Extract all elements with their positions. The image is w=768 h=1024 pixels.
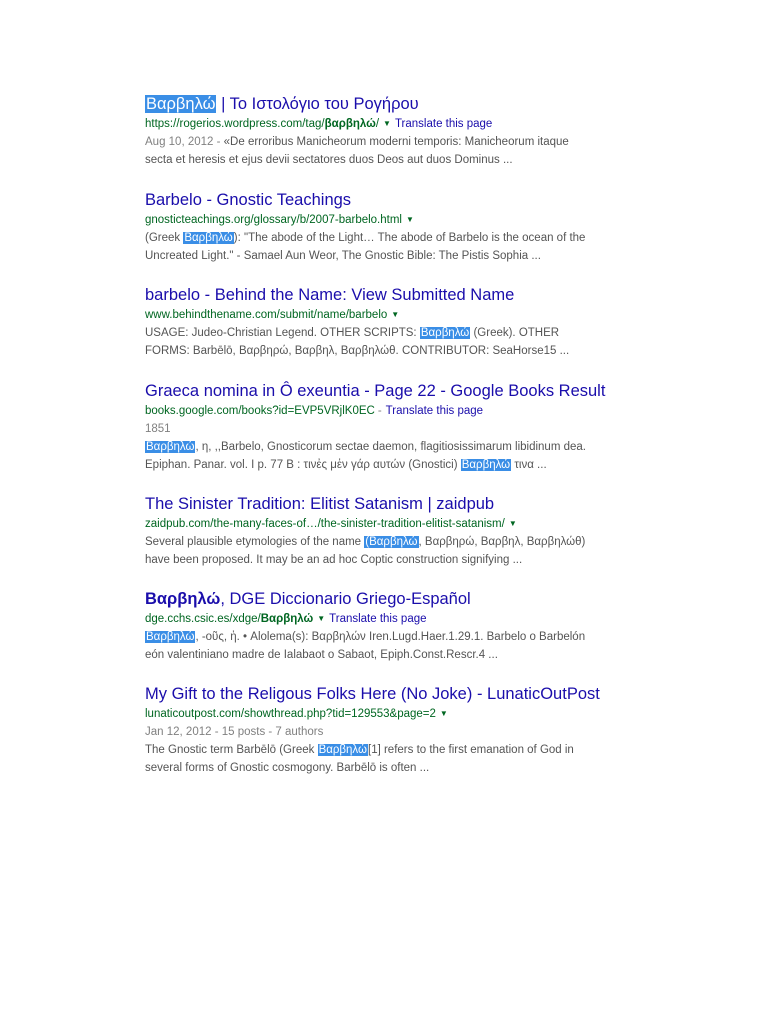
result-date: Aug 10, 2012 - <box>145 136 224 148</box>
result-snippet: Βαρβηλώ, -οῦς, ἡ. • Alolema(s): Βαρβηλών… <box>145 628 645 664</box>
result-url: www.behindthename.com/submit/name/barbel… <box>145 307 645 323</box>
result-url: lunaticoutpost.com/showthread.php?tid=12… <box>145 706 645 722</box>
result-title-link[interactable]: Barbelo - Gnostic Teachings <box>145 190 645 210</box>
snippet-text: FORMS: Barbēlō, Βαρβηρώ, Βαρβηλ, Βαρβηλώ… <box>145 345 570 357</box>
highlighted-term: Βαρβηλώ <box>145 631 196 643</box>
result-url: zaidpub.com/the-many-faces-of…/the-sinis… <box>145 516 645 532</box>
snippet-text: [1] refers to the first emanation of God… <box>368 744 574 756</box>
snippet-text: secta et heresis et ejus devii sectatore… <box>145 154 513 166</box>
result-date: Jan 12, 2012 - 15 posts - 7 authors <box>145 726 324 738</box>
url-text: / <box>375 118 380 130</box>
snippet-text: (Greek <box>145 232 184 244</box>
search-result: barbelo - Behind the Name: View Submitte… <box>145 285 645 360</box>
search-result: My Gift to the Religous Folks Here (No J… <box>145 684 645 777</box>
snippet-text: The Gnostic term Barbēlō (Greek <box>145 744 318 756</box>
url-text: gnosticteachings.org/glossary/b/2007-bar… <box>145 214 402 226</box>
result-snippet: USAGE: Judeo-Christian Legend. OTHER SCR… <box>145 324 645 360</box>
dropdown-arrow-icon[interactable]: ▼ <box>509 516 517 532</box>
dropdown-arrow-icon[interactable]: ▼ <box>391 307 399 323</box>
snippet-text: , Βαρβηρώ, Βαρβηλ, Βαρβηλώθ) <box>418 536 586 548</box>
url-text: lunaticoutpost.com/showthread.php?tid=12… <box>145 708 436 720</box>
result-snippet: 1851 Βαρβηλώ, η, ,,Barbelo, Gnosticorum … <box>145 420 645 474</box>
title-text: | Το Ιστολόγιο του Ρογήρου <box>216 95 419 113</box>
search-result: Βαρβηλώ, DGE Diccionario Griego-Español … <box>145 589 645 664</box>
result-title-link[interactable]: barbelo - Behind the Name: View Submitte… <box>145 285 645 305</box>
url-text: https://rogerios.wordpress.com/tag/ <box>145 118 325 130</box>
result-url: gnosticteachings.org/glossary/b/2007-bar… <box>145 212 645 228</box>
snippet-text: «De erroribus Manicheorum moderni tempor… <box>223 136 569 148</box>
highlighted-term: (Βαρβηλώ <box>364 536 419 548</box>
highlighted-term: Βαρβηλώ <box>145 441 196 453</box>
url-bold-term: βαρβηλώ <box>324 118 376 130</box>
snippet-text: , -οῦς, ἡ. • Alolema(s): Βαρβηλών Iren.L… <box>195 631 586 643</box>
search-result: Βαρβηλώ | Το Ιστολόγιο του Ρογήρου https… <box>145 94 645 169</box>
result-snippet: (Greek Βαρβηλώ): "The abode of the Light… <box>145 229 645 265</box>
snippet-text: USAGE: Judeo-Christian Legend. OTHER SCR… <box>145 327 420 339</box>
result-title-link[interactable]: Βαρβηλώ, DGE Diccionario Griego-Español <box>145 589 645 609</box>
snippet-text: Several plausible etymologies of the nam… <box>145 536 365 548</box>
url-bold-term: Βαρβηλώ <box>260 613 314 625</box>
translate-link[interactable]: Translate this page <box>395 118 492 130</box>
dropdown-arrow-icon[interactable]: ▼ <box>440 706 448 722</box>
snippet-text: (Greek). OTHER <box>470 327 560 339</box>
result-title-link[interactable]: My Gift to the Religous Folks Here (No J… <box>145 684 645 704</box>
result-title-link[interactable]: Βαρβηλώ | Το Ιστολόγιο του Ρογήρου <box>145 94 645 114</box>
highlighted-term: Βαρβηλώ <box>317 744 368 756</box>
url-text: www.behindthename.com/submit/name/barbel… <box>145 309 388 321</box>
result-url: dge.cchs.csic.es/xdge/Βαρβηλώ ▼ Translate … <box>145 611 645 627</box>
translate-link[interactable]: Translate this page <box>329 613 426 625</box>
dropdown-arrow-icon[interactable]: ▼ <box>317 611 325 627</box>
search-result: Barbelo - Gnostic Teachings gnosticteach… <box>145 190 645 265</box>
result-title-link[interactable]: Graeca nomina in Ô exeuntia - Page 22 - … <box>145 381 645 401</box>
dropdown-arrow-icon[interactable]: ▼ <box>406 212 414 228</box>
search-result: The Sinister Tradition: Elitist Satanism… <box>145 494 645 569</box>
result-url: books.google.com/books?id=EVP5VRjlK0EC - T… <box>145 403 645 419</box>
title-text: , DGE Diccionario Griego-Español <box>220 590 471 608</box>
url-text: dge.cchs.csic.es/xdge/ <box>145 613 261 625</box>
snippet-text: Epiphan. Panar. vol. I p. 77 B : τινἐς μ… <box>145 459 461 471</box>
highlighted-term: Βαρβηλώ <box>145 95 217 113</box>
result-year: 1851 <box>145 423 171 435</box>
snippet-text: Uncreated Light." - Samael Aun Weor, The… <box>145 250 541 262</box>
result-snippet: Jan 12, 2012 - 15 posts - 7 authors The … <box>145 723 645 777</box>
result-title-link[interactable]: The Sinister Tradition: Elitist Satanism… <box>145 494 645 514</box>
highlighted-term: Βαρβηλώ <box>419 327 471 339</box>
highlighted-term: Βαρβηλώ <box>183 232 234 244</box>
snippet-text: have been proposed. It may be an ad hoc … <box>145 554 523 566</box>
snippet-text: several forms of Gnostic cosmogony. Barb… <box>145 762 430 774</box>
dropdown-arrow-icon[interactable]: ▼ <box>383 116 391 132</box>
separator: - <box>377 405 382 417</box>
highlighted-term: Βαρβηλώ <box>460 459 512 471</box>
url-text: zaidpub.com/the-many-faces-of…/the-sinis… <box>145 518 505 530</box>
title-bold-term: Βαρβηλώ <box>145 590 221 608</box>
snippet-text: eón valentiniano madre de Ialabaot o Sab… <box>145 649 498 661</box>
result-url: https://rogerios.wordpress.com/tag/βαρβη… <box>145 116 645 132</box>
snippet-text: , η, ,,Barbelo, Gnosticorum sectae daemo… <box>195 441 586 453</box>
search-result: Graeca nomina in Ô exeuntia - Page 22 - … <box>145 381 645 474</box>
result-snippet: Aug 10, 2012 - «De erroribus Manicheorum… <box>145 133 645 169</box>
snippet-text: ): "The abode of the Light… The abode of… <box>233 232 586 244</box>
translate-link[interactable]: Translate this page <box>386 405 483 417</box>
url-text: books.google.com/books?id=EVP5VRjlK0EC <box>145 405 375 417</box>
result-snippet: Several plausible etymologies of the nam… <box>145 533 645 569</box>
snippet-text: τινα ... <box>511 459 547 471</box>
